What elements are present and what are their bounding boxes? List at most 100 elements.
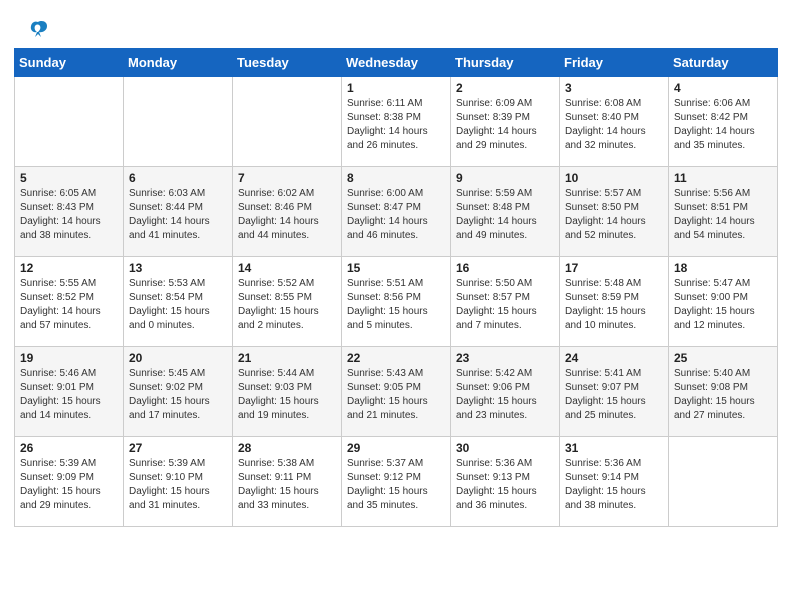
calendar-cell: 31 Sunrise: 5:36 AMSunset: 9:14 PMDayligh…: [560, 437, 669, 527]
calendar-cell: [15, 77, 124, 167]
day-number: 13: [129, 261, 227, 275]
day-number: 5: [20, 171, 118, 185]
day-info: Sunrise: 6:05 AMSunset: 8:43 PMDaylight:…: [20, 187, 118, 243]
day-info: Sunrise: 5:38 AMSunset: 9:11 PMDaylight:…: [238, 457, 336, 513]
calendar-cell: 21 Sunrise: 5:44 AMSunset: 9:03 PMDayligh…: [233, 347, 342, 437]
day-number: 4: [674, 81, 772, 95]
day-info: Sunrise: 5:44 AMSunset: 9:03 PMDaylight:…: [238, 367, 336, 423]
calendar-week-row: 19 Sunrise: 5:46 AMSunset: 9:01 PMDayligh…: [15, 347, 778, 437]
calendar-cell: 22 Sunrise: 5:43 AMSunset: 9:05 PMDayligh…: [342, 347, 451, 437]
day-info: Sunrise: 5:50 AMSunset: 8:57 PMDaylight:…: [456, 277, 554, 333]
day-info: Sunrise: 5:52 AMSunset: 8:55 PMDaylight:…: [238, 277, 336, 333]
day-info: Sunrise: 5:51 AMSunset: 8:56 PMDaylight:…: [347, 277, 445, 333]
calendar-cell: 29 Sunrise: 5:37 AMSunset: 9:12 PMDayligh…: [342, 437, 451, 527]
day-number: 19: [20, 351, 118, 365]
calendar-cell: [669, 437, 778, 527]
calendar-cell: 9 Sunrise: 5:59 AMSunset: 8:48 PMDaylight…: [451, 167, 560, 257]
calendar-week-row: 5 Sunrise: 6:05 AMSunset: 8:43 PMDaylight…: [15, 167, 778, 257]
calendar-table: SundayMondayTuesdayWednesdayThursdayFrid…: [14, 48, 778, 527]
day-info: Sunrise: 5:42 AMSunset: 9:06 PMDaylight:…: [456, 367, 554, 423]
calendar-cell: [124, 77, 233, 167]
weekday-label: Sunday: [15, 49, 124, 77]
day-number: 9: [456, 171, 554, 185]
weekday-label: Thursday: [451, 49, 560, 77]
weekday-header-row: SundayMondayTuesdayWednesdayThursdayFrid…: [15, 49, 778, 77]
day-info: Sunrise: 5:56 AMSunset: 8:51 PMDaylight:…: [674, 187, 772, 243]
calendar-cell: 6 Sunrise: 6:03 AMSunset: 8:44 PMDaylight…: [124, 167, 233, 257]
calendar-week-row: 12 Sunrise: 5:55 AMSunset: 8:52 PMDayligh…: [15, 257, 778, 347]
calendar-cell: 1 Sunrise: 6:11 AMSunset: 8:38 PMDaylight…: [342, 77, 451, 167]
day-info: Sunrise: 6:11 AMSunset: 8:38 PMDaylight:…: [347, 97, 445, 153]
calendar-cell: 13 Sunrise: 5:53 AMSunset: 8:54 PMDayligh…: [124, 257, 233, 347]
day-number: 8: [347, 171, 445, 185]
day-number: 6: [129, 171, 227, 185]
day-number: 30: [456, 441, 554, 455]
day-number: 7: [238, 171, 336, 185]
calendar: SundayMondayTuesdayWednesdayThursdayFrid…: [0, 48, 792, 541]
day-number: 31: [565, 441, 663, 455]
calendar-cell: 27Sunrise: 5:39 AMSunset: 9:10 PMDayligh…: [124, 437, 233, 527]
day-info: Sunrise: 5:47 AMSunset: 9:00 PMDaylight:…: [674, 277, 772, 333]
weekday-label: Monday: [124, 49, 233, 77]
calendar-cell: 8 Sunrise: 6:00 AMSunset: 8:47 PMDaylight…: [342, 167, 451, 257]
day-number: 12: [20, 261, 118, 275]
day-info: Sunrise: 6:06 AMSunset: 8:42 PMDaylight:…: [674, 97, 772, 153]
weekday-label: Friday: [560, 49, 669, 77]
day-info: Sunrise: 5:55 AMSunset: 8:52 PMDaylight:…: [20, 277, 118, 333]
day-number: 29: [347, 441, 445, 455]
calendar-cell: 28Sunrise: 5:38 AMSunset: 9:11 PMDayligh…: [233, 437, 342, 527]
day-number: 27: [129, 441, 227, 455]
day-info: Sunrise: 6:00 AMSunset: 8:47 PMDaylight:…: [347, 187, 445, 243]
day-number: 15: [347, 261, 445, 275]
weekday-label: Tuesday: [233, 49, 342, 77]
day-info: Sunrise: 5:36 AMSunset: 9:14 PMDaylight:…: [565, 457, 663, 513]
day-info: Sunrise: 6:02 AMSunset: 8:46 PMDaylight:…: [238, 187, 336, 243]
day-info: Sunrise: 5:39 AMSunset: 9:09 PMDaylight:…: [20, 457, 118, 513]
day-number: 18: [674, 261, 772, 275]
logo-bird-icon: [27, 18, 49, 40]
day-info: Sunrise: 6:09 AMSunset: 8:39 PMDaylight:…: [456, 97, 554, 153]
calendar-cell: 14 Sunrise: 5:52 AMSunset: 8:55 PMDayligh…: [233, 257, 342, 347]
day-number: 10: [565, 171, 663, 185]
calendar-cell: 24 Sunrise: 5:41 AMSunset: 9:07 PMDayligh…: [560, 347, 669, 437]
day-info: Sunrise: 5:53 AMSunset: 8:54 PMDaylight:…: [129, 277, 227, 333]
day-info: Sunrise: 5:46 AMSunset: 9:01 PMDaylight:…: [20, 367, 118, 423]
day-info: Sunrise: 6:08 AMSunset: 8:40 PMDaylight:…: [565, 97, 663, 153]
day-number: 25: [674, 351, 772, 365]
calendar-cell: 4 Sunrise: 6:06 AMSunset: 8:42 PMDaylight…: [669, 77, 778, 167]
day-number: 1: [347, 81, 445, 95]
calendar-cell: 17Sunrise: 5:48 AMSunset: 8:59 PMDayligh…: [560, 257, 669, 347]
day-number: 14: [238, 261, 336, 275]
calendar-cell: 7 Sunrise: 6:02 AMSunset: 8:46 PMDaylight…: [233, 167, 342, 257]
day-number: 24: [565, 351, 663, 365]
day-number: 11: [674, 171, 772, 185]
day-info: Sunrise: 5:41 AMSunset: 9:07 PMDaylight:…: [565, 367, 663, 423]
page-header: [0, 0, 792, 48]
calendar-cell: 2 Sunrise: 6:09 AMSunset: 8:39 PMDaylight…: [451, 77, 560, 167]
day-number: 26: [20, 441, 118, 455]
day-number: 23: [456, 351, 554, 365]
calendar-cell: 12 Sunrise: 5:55 AMSunset: 8:52 PMDayligh…: [15, 257, 124, 347]
day-number: 2: [456, 81, 554, 95]
calendar-cell: 16Sunrise: 5:50 AMSunset: 8:57 PMDayligh…: [451, 257, 560, 347]
day-number: 20: [129, 351, 227, 365]
calendar-cell: 26 Sunrise: 5:39 AMSunset: 9:09 PMDayligh…: [15, 437, 124, 527]
day-number: 17: [565, 261, 663, 275]
calendar-cell: 30 Sunrise: 5:36 AMSunset: 9:13 PMDayligh…: [451, 437, 560, 527]
calendar-week-row: 26 Sunrise: 5:39 AMSunset: 9:09 PMDayligh…: [15, 437, 778, 527]
calendar-cell: 5 Sunrise: 6:05 AMSunset: 8:43 PMDaylight…: [15, 167, 124, 257]
calendar-cell: 25 Sunrise: 5:40 AMSunset: 9:08 PMDayligh…: [669, 347, 778, 437]
day-info: Sunrise: 5:36 AMSunset: 9:13 PMDaylight:…: [456, 457, 554, 513]
weekday-label: Wednesday: [342, 49, 451, 77]
calendar-cell: 15 Sunrise: 5:51 AMSunset: 8:56 PMDayligh…: [342, 257, 451, 347]
day-info: Sunrise: 5:59 AMSunset: 8:48 PMDaylight:…: [456, 187, 554, 243]
day-info: Sunrise: 5:43 AMSunset: 9:05 PMDaylight:…: [347, 367, 445, 423]
calendar-cell: 19 Sunrise: 5:46 AMSunset: 9:01 PMDayligh…: [15, 347, 124, 437]
calendar-cell: 23 Sunrise: 5:42 AMSunset: 9:06 PMDayligh…: [451, 347, 560, 437]
day-info: Sunrise: 5:37 AMSunset: 9:12 PMDaylight:…: [347, 457, 445, 513]
calendar-cell: [233, 77, 342, 167]
day-number: 22: [347, 351, 445, 365]
day-info: Sunrise: 6:03 AMSunset: 8:44 PMDaylight:…: [129, 187, 227, 243]
day-number: 21: [238, 351, 336, 365]
day-info: Sunrise: 5:40 AMSunset: 9:08 PMDaylight:…: [674, 367, 772, 423]
